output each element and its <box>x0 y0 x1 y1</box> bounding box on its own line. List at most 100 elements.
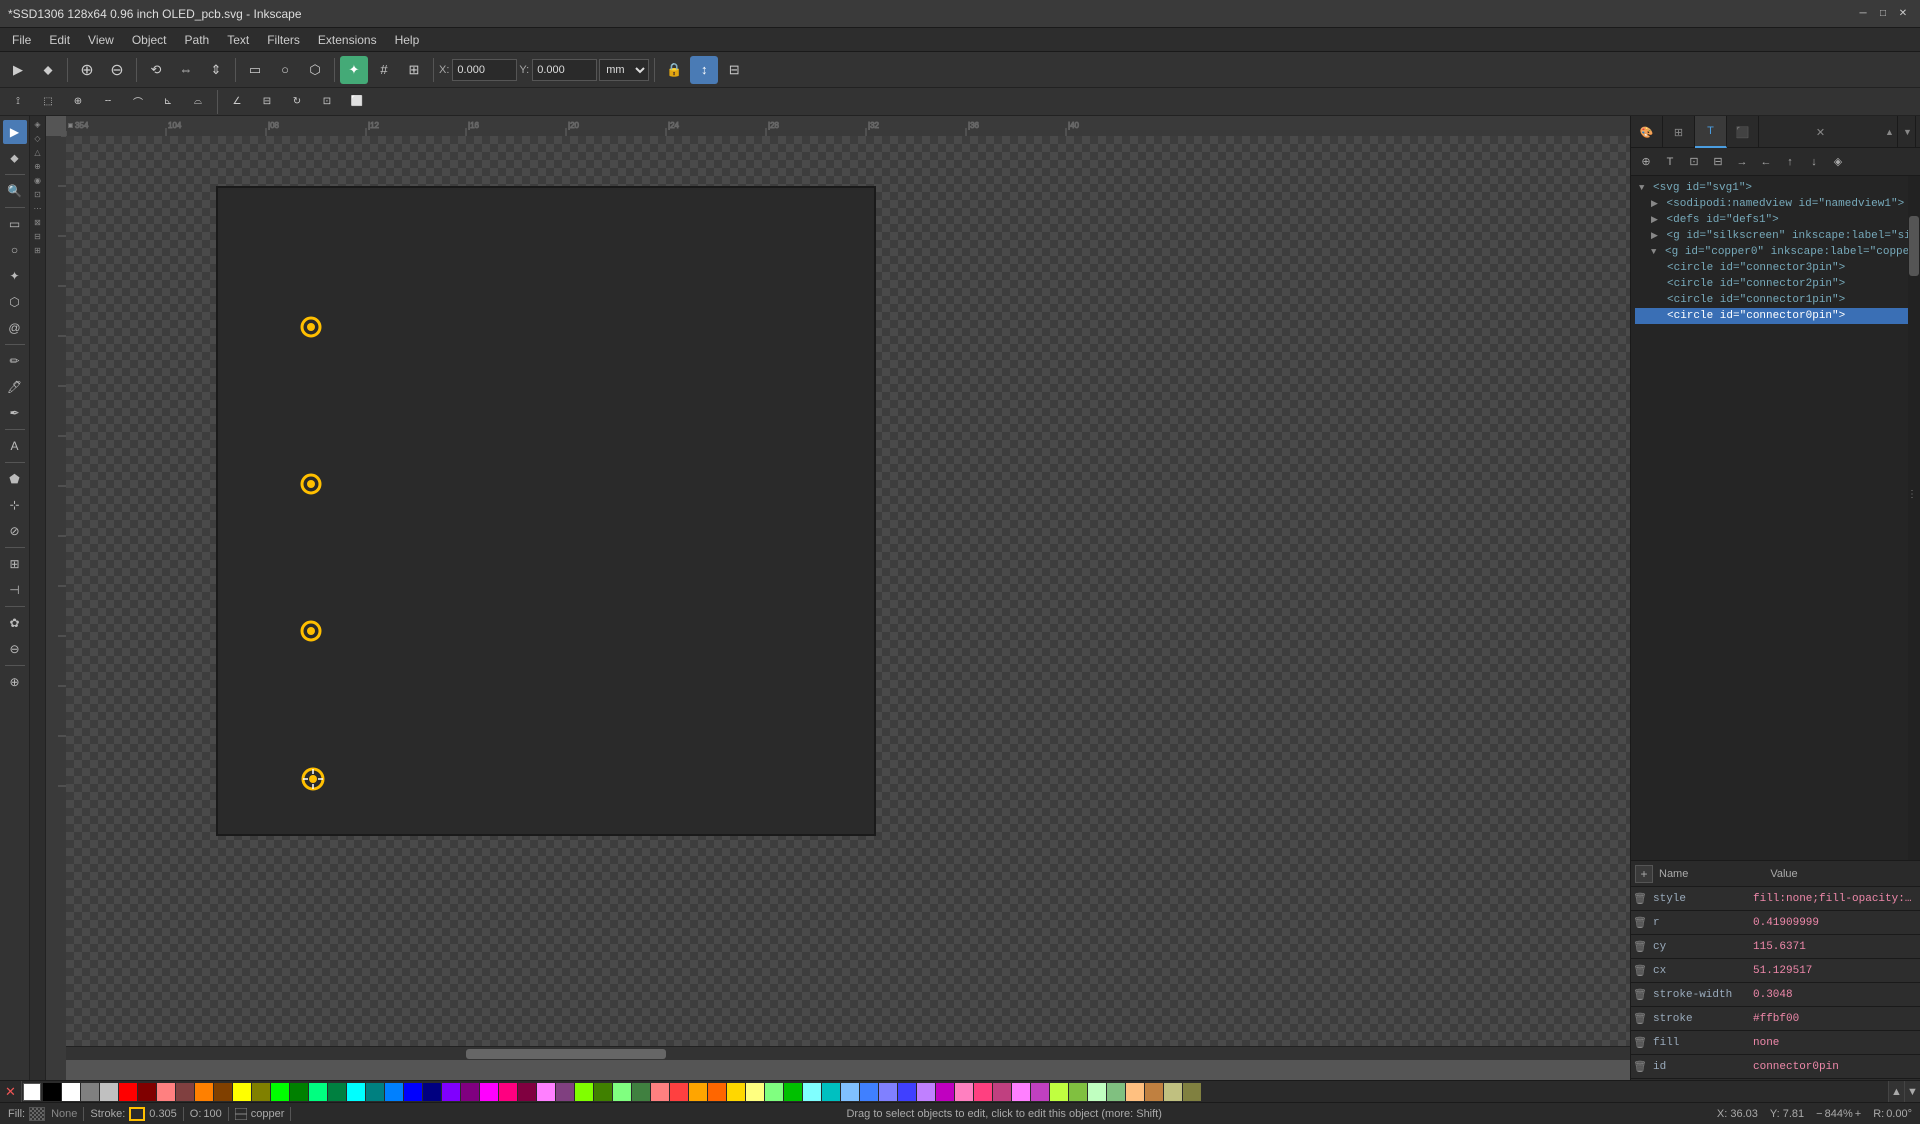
h-scrollbar[interactable] <box>66 1046 1630 1060</box>
color-swatch-ff80c0[interactable] <box>955 1083 973 1101</box>
layer-name[interactable]: copper <box>251 1108 285 1120</box>
color-swatch-ff8080[interactable] <box>157 1083 175 1101</box>
bbox-handles-btn[interactable]: ⊡ <box>313 88 341 116</box>
attr-del-stroke-width[interactable]: 🗑 <box>1631 986 1649 1004</box>
tab-xml[interactable]: T <box>1695 116 1727 148</box>
snap-bbox-btn[interactable]: ⬚ <box>34 88 62 116</box>
snap-curve-btn[interactable]: ⌒ <box>124 88 152 116</box>
defs-toggle[interactable]: ▶ <box>1651 215 1658 225</box>
menu-text[interactable]: Text <box>219 31 257 49</box>
color-swatch-80ffff[interactable] <box>803 1083 821 1101</box>
snap-4[interactable]: ⊕ <box>31 160 44 173</box>
color-swatch-80ff00[interactable] <box>575 1083 593 1101</box>
attr-row-id[interactable]: 🗑 id connector0pin <box>1631 1055 1920 1079</box>
color-swatch-00ff00[interactable] <box>271 1083 289 1101</box>
white-swatch[interactable] <box>23 1083 41 1101</box>
color-swatch-808040[interactable] <box>1183 1083 1201 1101</box>
attr-del-stroke[interactable]: 🗑 <box>1631 1010 1649 1028</box>
color-swatch-000000[interactable] <box>43 1083 61 1101</box>
color-swatch-c04080[interactable] <box>993 1083 1011 1101</box>
silkscreen-toggle[interactable]: ▶ <box>1651 231 1658 241</box>
pen-tool[interactable]: 🖊 <box>3 375 27 399</box>
xml-move-up-btn[interactable]: ↑ <box>1779 151 1801 173</box>
flip-v-btn[interactable]: ⇕ <box>202 56 230 84</box>
connector-1[interactable] <box>300 620 322 642</box>
color-swatch-ffd700[interactable] <box>727 1083 745 1101</box>
color-swatch-c0ff40[interactable] <box>1050 1083 1068 1101</box>
color-scroll-up[interactable]: ▲ <box>1888 1081 1904 1103</box>
color-swatch-00c0c0[interactable] <box>822 1083 840 1101</box>
zoom-in-btn[interactable]: ⊕ <box>73 56 101 84</box>
transform-tool-btn[interactable]: ↕ <box>690 56 718 84</box>
tab-fill-stroke[interactable]: 🎨 <box>1631 116 1663 148</box>
attr-row-stroke-width[interactable]: 🗑 stroke-width 0.3048 <box>1631 983 1920 1007</box>
color-swatch-ff8000[interactable] <box>195 1083 213 1101</box>
snap-7[interactable]: ⋯ <box>31 202 44 215</box>
color-swatch-4040ff[interactable] <box>898 1083 916 1101</box>
magnify-tool[interactable]: ⊕ <box>3 670 27 694</box>
color-swatch-808080[interactable] <box>81 1083 99 1101</box>
xml-unindent-btn[interactable]: ← <box>1755 151 1777 173</box>
color-swatch-0000ff[interactable] <box>404 1083 422 1101</box>
color-swatch-800000[interactable] <box>138 1083 156 1101</box>
color-swatch-00ffff[interactable] <box>347 1083 365 1101</box>
snap-10[interactable]: ⊞ <box>31 244 44 257</box>
snap-angle-btn[interactable]: ∠ <box>223 88 251 116</box>
xml-node-copper0[interactable]: ▼ <g id="copper0" inkscape:label="copper… <box>1635 244 1916 260</box>
maximize-button[interactable]: □ <box>1874 5 1892 23</box>
color-swatch-ff80ff[interactable] <box>1012 1083 1030 1101</box>
xml-indent-btn[interactable]: → <box>1731 151 1753 173</box>
svg-toggle[interactable]: ▼ <box>1639 183 1644 193</box>
xml-node-connector1pin[interactable]: <circle id="connector1pin"> <box>1635 292 1916 308</box>
distribute-btn[interactable]: ⊟ <box>720 56 748 84</box>
dropper-tool[interactable]: ⊘ <box>3 519 27 543</box>
zoom-minus-icon[interactable]: − <box>1816 1108 1822 1120</box>
path-tool-btn[interactable]: ⬡ <box>301 56 329 84</box>
gradient-tool[interactable]: ⊹ <box>3 493 27 517</box>
zoom-out-btn[interactable]: ⊖ <box>103 56 131 84</box>
measure-tool[interactable]: ⊣ <box>3 578 27 602</box>
star-tool[interactable]: ✦ <box>3 264 27 288</box>
close-button[interactable]: ✕ <box>1894 5 1912 23</box>
xml-move-down-btn[interactable]: ↓ <box>1803 151 1825 173</box>
xml-node-svg[interactable]: ▼ <svg id="svg1"> <box>1635 180 1916 196</box>
text-tool[interactable]: A <box>3 434 27 458</box>
color-swatch-ffff80[interactable] <box>746 1083 764 1101</box>
canvas-area[interactable]: ■ 354 104 |08 |12 |16 |20 |24 |28 |32 |3… <box>46 116 1630 1080</box>
color-swatch-ffffff[interactable] <box>62 1083 80 1101</box>
color-swatch-408040[interactable] <box>632 1083 650 1101</box>
color-swatch-c08040[interactable] <box>1145 1083 1163 1101</box>
snap-bbox-edge-btn[interactable]: ⊟ <box>253 88 281 116</box>
color-swatch-ff00ff[interactable] <box>480 1083 498 1101</box>
snap-1[interactable]: ◈ <box>31 118 44 131</box>
color-swatch-4080ff[interactable] <box>860 1083 878 1101</box>
color-swatch-ff0000[interactable] <box>119 1083 137 1101</box>
snap-8[interactable]: ⊠ <box>31 216 44 229</box>
xml-more-btn[interactable]: ⋮ <box>1904 486 1920 502</box>
color-swatch-0080ff[interactable] <box>385 1083 403 1101</box>
xml-new-elem-btn[interactable]: ⊕ <box>1635 151 1657 173</box>
y-field[interactable] <box>532 59 597 81</box>
spray-tool[interactable]: ✿ <box>3 611 27 635</box>
fill-status[interactable]: Fill: <box>8 1107 45 1121</box>
xml-del-btn[interactable]: ⊟ <box>1707 151 1729 173</box>
attr-del-cy[interactable]: 🗑 <box>1631 938 1649 956</box>
attr-del-id[interactable]: 🗑 <box>1631 1058 1649 1076</box>
color-swatch-ffa500[interactable] <box>689 1083 707 1101</box>
no-fill-btn[interactable]: ✕ <box>0 1081 22 1103</box>
canvas-viewport[interactable] <box>66 136 1630 1060</box>
menu-extensions[interactable]: Extensions <box>310 31 385 49</box>
color-swatch-c0c080[interactable] <box>1164 1083 1182 1101</box>
color-swatch-408000[interactable] <box>594 1083 612 1101</box>
menu-object[interactable]: Object <box>124 31 175 49</box>
color-swatch-804080[interactable] <box>556 1083 574 1101</box>
color-swatch-c000c0[interactable] <box>936 1083 954 1101</box>
color-swatch-8080ff[interactable] <box>879 1083 897 1101</box>
snap-5[interactable]: ◉ <box>31 174 44 187</box>
snap-9[interactable]: ⊟ <box>31 230 44 243</box>
attr-row-cx[interactable]: 🗑 cx 51.129517 <box>1631 959 1920 983</box>
zoom-plus-icon[interactable]: + <box>1855 1108 1861 1120</box>
color-scroll-down[interactable]: ▼ <box>1904 1081 1920 1103</box>
snap-6[interactable]: ⊡ <box>31 188 44 201</box>
select-tool-btn[interactable]: ▶ <box>4 56 32 84</box>
